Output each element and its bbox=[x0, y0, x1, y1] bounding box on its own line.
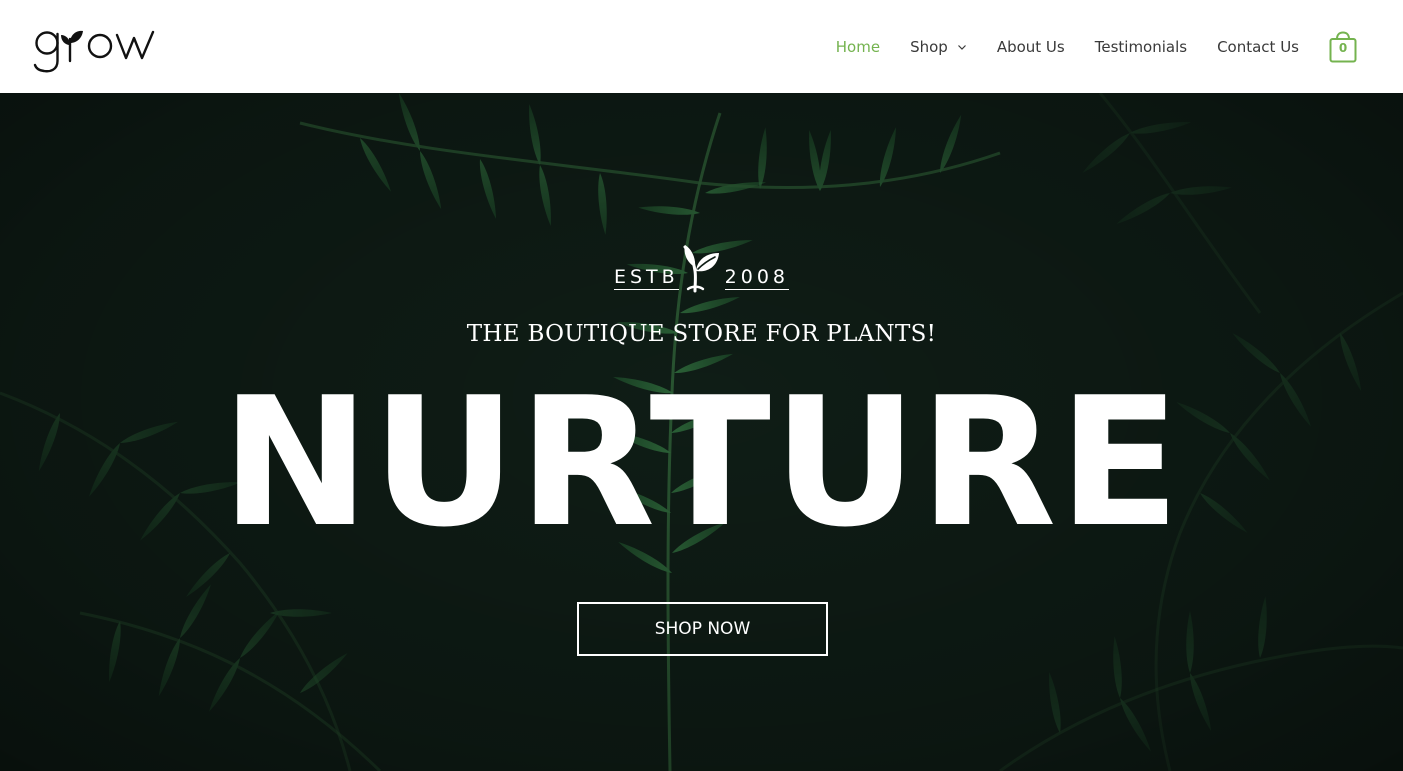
main-navigation: Home Shop About Us Testimonials Contact … bbox=[836, 0, 1357, 93]
grow-logo-mark bbox=[33, 30, 155, 72]
nav-testimonials-label: Testimonials bbox=[1094, 37, 1188, 56]
nav-home-label: Home bbox=[835, 37, 881, 56]
cart-count: 0 bbox=[1338, 40, 1348, 55]
nav-shop[interactable]: Shop bbox=[910, 38, 967, 56]
nav-home[interactable]: Home bbox=[836, 38, 880, 56]
estb-label: ESTB bbox=[613, 266, 679, 290]
sprout-icon bbox=[683, 245, 719, 293]
shop-now-button[interactable]: SHOP NOW bbox=[577, 602, 828, 656]
nav-about-us-label: About Us bbox=[996, 37, 1065, 56]
established-badge: ESTB 2008 bbox=[0, 241, 1403, 293]
hero-tagline: THE BOUTIQUE STORE FOR PLANTS! bbox=[466, 321, 937, 347]
hero-headline: NURTURE bbox=[220, 359, 1183, 566]
nav-contact-us[interactable]: Contact Us bbox=[1217, 38, 1299, 56]
nav-contact-us-label: Contact Us bbox=[1217, 37, 1299, 56]
chevron-down-icon bbox=[957, 44, 966, 50]
nav-testimonials[interactable]: Testimonials bbox=[1095, 38, 1187, 56]
estb-year: 2008 bbox=[724, 266, 790, 290]
hero-section: ESTB 2008 THE BOUTIQUE STORE FOR PLANTS!… bbox=[0, 93, 1403, 771]
shop-now-label: SHOP NOW bbox=[654, 619, 751, 639]
grow-logo[interactable] bbox=[33, 17, 169, 77]
cart-button[interactable]: 0 bbox=[1329, 30, 1357, 63]
site-header: Home Shop About Us Testimonials Contact … bbox=[0, 0, 1403, 93]
nav-about-us[interactable]: About Us bbox=[997, 38, 1065, 56]
nav-shop-label: Shop bbox=[910, 37, 948, 56]
